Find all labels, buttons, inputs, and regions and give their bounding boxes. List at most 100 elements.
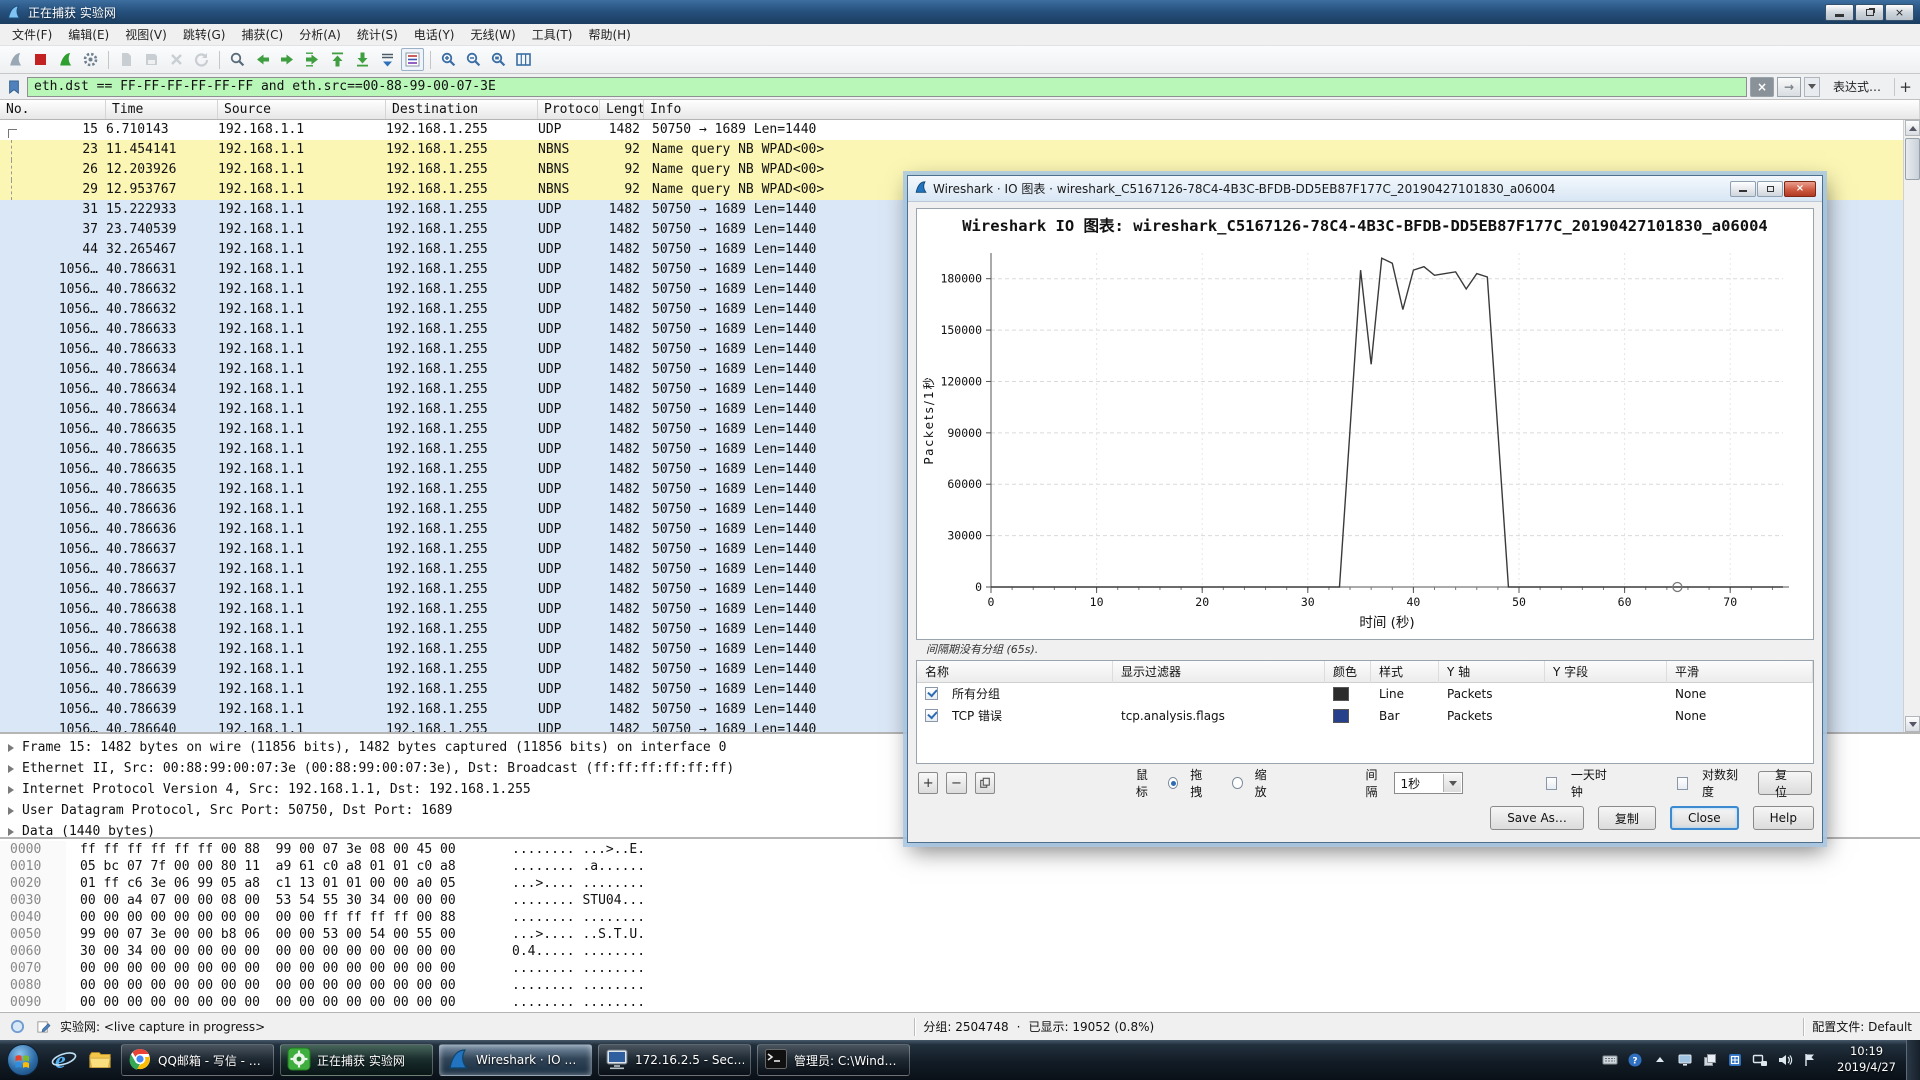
add-graph-button[interactable]: +	[918, 772, 938, 794]
io-graph-titlebar[interactable]: Wireshark · IO 图表 · wireshark_C5167126-7…	[908, 176, 1822, 202]
interval-select[interactable]: 1秒	[1394, 772, 1464, 794]
log-scale-checkbox[interactable]	[1677, 777, 1688, 790]
io-graph-chart[interactable]: 0300006000090000120000150000180000010203…	[917, 239, 1813, 640]
series-enabled-checkbox[interactable]	[925, 709, 938, 722]
zoom-label[interactable]: 缩放	[1255, 766, 1275, 800]
profile-label[interactable]: 配置文件: Default	[1812, 1018, 1912, 1035]
help-button[interactable]: Help	[1753, 806, 1814, 830]
expand-triangle-icon[interactable]	[8, 828, 14, 836]
hex-row[interactable]: 0000 ff ff ff ff ff ff 00 88 99 00 07 3e…	[0, 841, 1920, 858]
menu-item[interactable]: 统计(S)	[349, 24, 406, 45]
display-icon[interactable]	[1676, 1051, 1694, 1069]
go-back-icon[interactable]	[251, 48, 274, 71]
go-top-icon[interactable]	[326, 48, 349, 71]
action-center-flag-icon[interactable]	[1801, 1051, 1819, 1069]
start-button[interactable]	[0, 1040, 46, 1080]
series-color-swatch[interactable]	[1333, 709, 1349, 723]
display-filter-input[interactable]: eth.dst == FF-FF-FF-FF-FF-FF and eth.src…	[27, 77, 1747, 97]
volume-icon[interactable]	[1776, 1051, 1794, 1069]
find-packet-icon[interactable]	[226, 48, 249, 71]
copy-button[interactable]: 复制	[1598, 806, 1656, 830]
hex-row[interactable]: 0060 30 00 34 00 00 00 00 00 00 00 00 00…	[0, 943, 1920, 960]
taskbar-button-wireshark-io[interactable]: Wireshark · IO …	[439, 1044, 592, 1076]
go-bottom-icon[interactable]	[351, 48, 374, 71]
column-header-info[interactable]: Info	[644, 100, 1920, 119]
menu-item[interactable]: 编辑(E)	[60, 24, 117, 45]
taskbar-button-wireshark-capture[interactable]: 正在捕获 实验网	[280, 1044, 433, 1076]
layers-icon[interactable]	[1701, 1051, 1719, 1069]
column-header-source[interactable]: Source	[218, 100, 386, 119]
main-titlebar[interactable]: 正在捕获 实验网 ×	[0, 0, 1920, 24]
capture-options-icon[interactable]	[79, 48, 102, 71]
day-clock-label[interactable]: 一天时钟	[1571, 766, 1611, 800]
show-desktop-button[interactable]	[1906, 1040, 1920, 1080]
scroll-up-arrow[interactable]	[1905, 120, 1920, 136]
hex-row[interactable]: 0070 00 00 00 00 00 00 00 00 00 00 00 00…	[0, 960, 1920, 977]
scroll-down-arrow[interactable]	[1905, 716, 1920, 732]
filter-bookmark-icon[interactable]	[4, 78, 24, 96]
io-graph-series-row[interactable]: 所有分组 Line Packets None	[917, 683, 1813, 705]
menu-item[interactable]: 帮助(H)	[580, 24, 638, 45]
scroll-thumb[interactable]	[1905, 138, 1920, 180]
hidden-icons-icon[interactable]	[1651, 1051, 1669, 1069]
packet-row[interactable]: 15 6.710143 192.168.1.1 192.168.1.255 UD…	[0, 120, 1920, 140]
packet-list-scrollbar[interactable]	[1903, 120, 1920, 732]
dialog-close-button[interactable]: ×	[1784, 181, 1816, 197]
column-header-protocol[interactable]: Protocol	[538, 100, 600, 119]
menu-item[interactable]: 工具(T)	[524, 24, 581, 45]
dialog-minimize-button[interactable]	[1730, 181, 1756, 197]
menu-item[interactable]: 文件(F)	[4, 24, 60, 45]
mouse-zoom-radio[interactable]	[1232, 777, 1242, 789]
menu-item[interactable]: 视图(V)	[117, 24, 175, 45]
go-forward-icon[interactable]	[276, 48, 299, 71]
mouse-drag-radio[interactable]	[1168, 777, 1178, 789]
reset-button[interactable]: 复位	[1758, 771, 1812, 795]
taskbar-button-chrome[interactable]: QQ邮箱 - 写信 - …	[121, 1044, 274, 1076]
io-graph-series-row[interactable]: TCP 错误 tcp.analysis.flags Bar Packets No…	[917, 705, 1813, 727]
expression-button[interactable]: 表达式…	[1823, 78, 1891, 95]
open-file-icon[interactable]	[115, 48, 138, 71]
add-filter-button[interactable]: +	[1894, 78, 1916, 96]
hex-row[interactable]: 0020 01 ff c6 3e 06 99 05 a8 c1 13 01 01…	[0, 875, 1920, 892]
hex-row[interactable]: 0040 00 00 00 00 00 00 00 00 00 00 ff ff…	[0, 909, 1920, 926]
packet-row[interactable]: 23 11.454141 192.168.1.1 192.168.1.255 N…	[0, 140, 1920, 160]
column-header-time[interactable]: Time	[106, 100, 218, 119]
hex-row[interactable]: 0050 99 00 07 3e 00 00 b8 06 00 00 53 00…	[0, 926, 1920, 943]
menu-item[interactable]: 电话(Y)	[406, 24, 463, 45]
menu-item[interactable]: 分析(A)	[291, 24, 349, 45]
close-button[interactable]: ×	[1885, 4, 1914, 21]
log-scale-label[interactable]: 对数刻度	[1702, 766, 1742, 800]
expand-triangle-icon[interactable]	[8, 765, 14, 773]
network-icon[interactable]	[1751, 1051, 1769, 1069]
taskbar-button-cmd[interactable]: 管理员: C:\Wind…	[757, 1044, 910, 1076]
hex-row[interactable]: 0090 00 00 00 00 00 00 00 00 00 00 00 00…	[0, 994, 1920, 1011]
colorize-icon[interactable]	[401, 48, 424, 71]
expand-triangle-icon[interactable]	[8, 786, 14, 794]
save-file-icon[interactable]	[140, 48, 163, 71]
go-to-packet-icon[interactable]	[301, 48, 324, 71]
zoom-out-icon[interactable]	[462, 48, 485, 71]
stop-capture-icon[interactable]	[29, 48, 52, 71]
expert-info-icon[interactable]	[8, 1018, 26, 1036]
taskbar-button-securecrt[interactable]: 172.16.2.5 - Sec…	[598, 1044, 751, 1076]
taskbar-clock[interactable]: 10:19 2019/4/27	[1827, 1044, 1906, 1075]
internet-explorer-icon[interactable]: e	[46, 1040, 82, 1080]
expand-triangle-icon[interactable]	[8, 744, 14, 752]
day-clock-checkbox[interactable]	[1546, 777, 1557, 790]
help-icon[interactable]: ?	[1626, 1051, 1644, 1069]
filter-apply-button[interactable]: →	[1777, 77, 1801, 97]
remove-graph-button[interactable]: −	[946, 772, 966, 794]
zoom-reset-icon[interactable]	[487, 48, 510, 71]
duplicate-graph-button[interactable]	[975, 772, 995, 794]
save-as-button[interactable]: Save As…	[1490, 806, 1584, 830]
expand-triangle-icon[interactable]	[8, 807, 14, 815]
minimize-button[interactable]	[1825, 4, 1854, 21]
filter-clear-button[interactable]: ×	[1750, 77, 1774, 97]
explorer-folder-icon[interactable]	[82, 1040, 118, 1080]
restore-button[interactable]	[1855, 4, 1884, 21]
menu-item[interactable]: 捕获(C)	[233, 24, 291, 45]
column-header-length[interactable]: Length	[600, 100, 644, 119]
capture-comment-icon[interactable]	[34, 1018, 52, 1036]
hex-row[interactable]: 0030 00 00 a4 07 00 00 08 00 53 54 55 30…	[0, 892, 1920, 909]
drag-label[interactable]: 拖拽	[1190, 766, 1210, 800]
